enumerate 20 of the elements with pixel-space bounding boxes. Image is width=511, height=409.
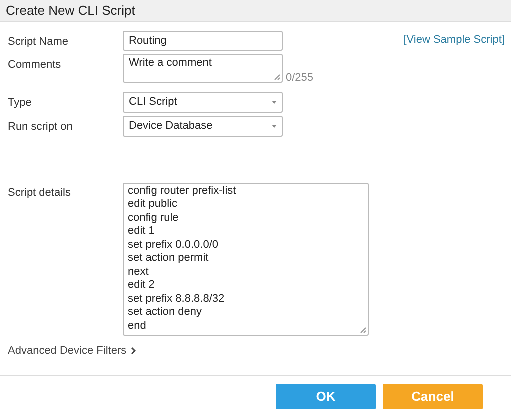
resize-handle-icon[interactable] <box>274 74 281 81</box>
char-counter: 0/255 <box>286 71 314 86</box>
advanced-filters-toggle[interactable]: Advanced Device Filters <box>8 342 137 359</box>
window-title: Create New CLI Script <box>6 2 136 20</box>
field-label: Script details <box>8 186 72 200</box>
caret-icon <box>272 124 277 128</box>
field-label: Comments <box>8 58 62 73</box>
resize-handle-icon[interactable] <box>360 326 367 334</box>
field-label: Script Name <box>8 35 70 50</box>
script-textarea[interactable]: config router prefix-list edit public config rule edit 1 set prefix 0.0.0.0/0 set action permit next edit 2 set prefix 8.8.8.8/32 set action deny end <box>123 182 369 336</box>
field-label: Type <box>8 96 33 110</box>
caret-icon <box>272 100 277 104</box>
dropdown[interactable]: CLI Script <box>123 92 283 112</box>
chevron-right-icon <box>130 346 137 355</box>
comments-field[interactable]: Write a comment <box>123 54 283 83</box>
script-name-field[interactable]: Routing <box>123 31 283 51</box>
field-label: Run script on <box>8 120 74 134</box>
view-sample-link[interactable]: [View Sample Script] <box>404 32 505 48</box>
placeholder-text: Write a comment <box>129 57 212 69</box>
dropdown[interactable]: Device Database <box>123 116 283 136</box>
